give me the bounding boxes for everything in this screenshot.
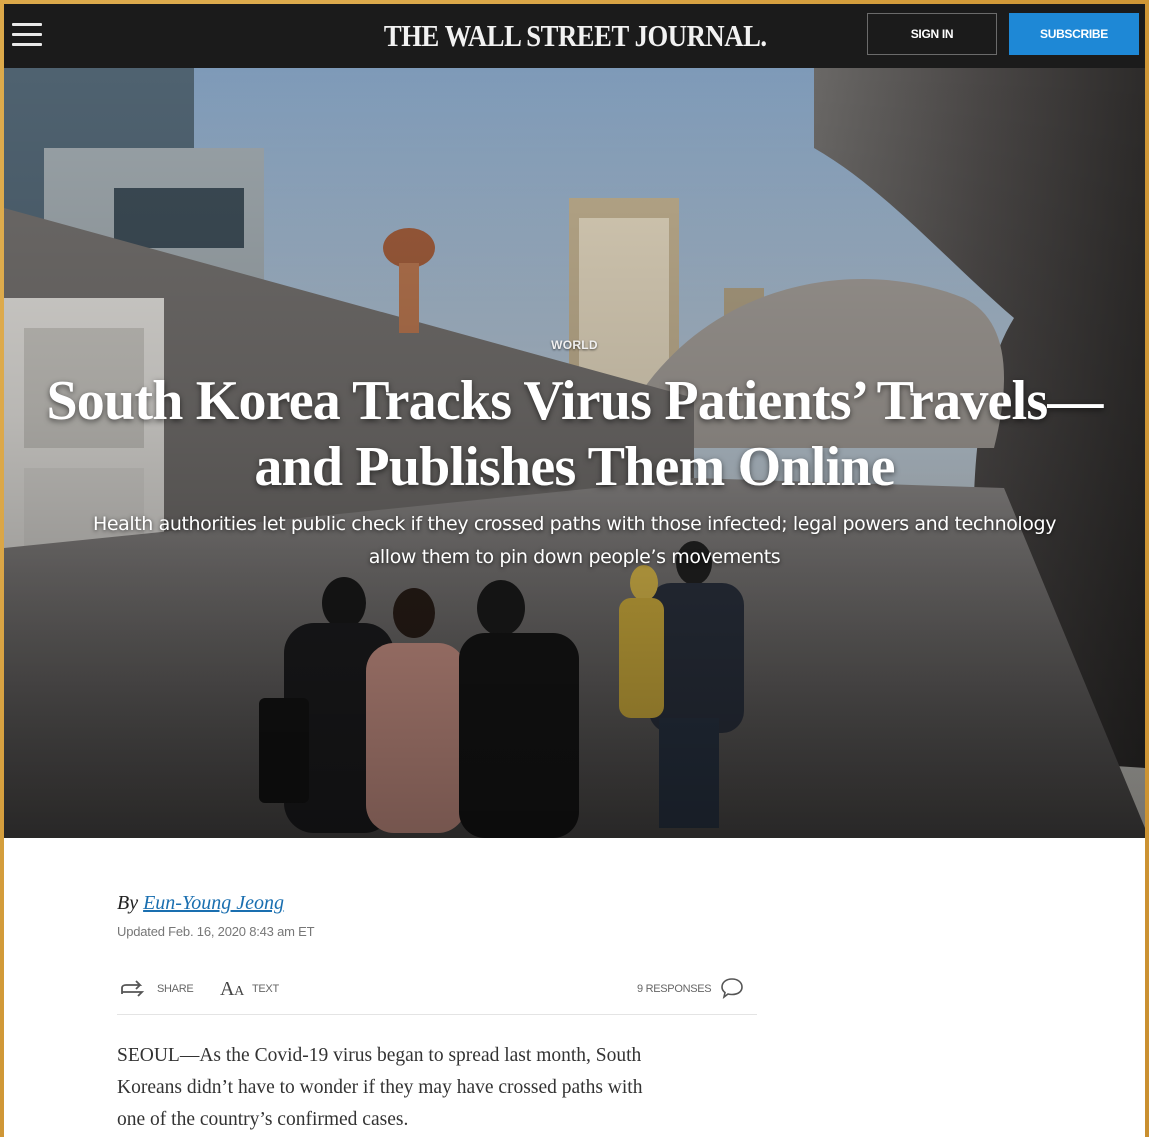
speech-bubble-icon (719, 976, 745, 1003)
subscribe-button[interactable]: SUBSCRIBE (1009, 13, 1139, 55)
article-toolbar: SHARE AA TEXT 9 RESPONSES (117, 969, 757, 1015)
headline-line-1: South Korea Tracks Virus Patients’ Trave… (46, 370, 1103, 432)
paragraph-line-1: SEOUL—As the Covid-19 virus began to spr… (117, 1045, 642, 1066)
dek-line-1: Health authorities let public check if t… (92, 513, 1057, 535)
sign-in-button[interactable]: SIGN IN (867, 13, 997, 55)
text-size-button[interactable]: AA TEXT (220, 975, 279, 1003)
page-frame: THE WALL STREET JOURNAL. SIGN IN SUBSCRI… (4, 4, 1145, 1137)
byline: By Eun-Young Jeong (117, 892, 284, 915)
timestamp: Updated Feb. 16, 2020 8:43 am ET (117, 924, 315, 939)
byline-prefix: By (117, 892, 139, 914)
paragraph-line-2: Koreans didn’t have to wonder if they ma… (117, 1077, 643, 1098)
top-navigation-bar: THE WALL STREET JOURNAL. SIGN IN SUBSCRI… (4, 4, 1145, 68)
hamburger-menu-icon[interactable] (12, 21, 44, 49)
dek-line-2: allow them to pin down people’s movement… (368, 546, 781, 568)
headline: South Korea Tracks Virus Patients’ Trave… (24, 368, 1125, 500)
dek-subheadline: Health authorities let public check if t… (24, 508, 1125, 574)
author-link[interactable]: Eun-Young Jeong (143, 892, 284, 914)
article-paragraph: SEOUL—As the Covid-19 virus began to spr… (117, 1040, 757, 1136)
paragraph-line-3: one of the country’s confirmed cases. (117, 1109, 409, 1130)
responses-button[interactable]: 9 RESPONSES (637, 975, 745, 1003)
headline-line-2: and Publishes Them Online (254, 436, 895, 498)
text-size-icon: AA (220, 977, 244, 1000)
text-label: TEXT (251, 983, 279, 995)
share-arrow-icon (119, 978, 147, 1001)
share-label: SHARE (157, 983, 194, 995)
hero-image: WORLD South Korea Tracks Virus Patients’… (4, 68, 1145, 838)
share-button[interactable]: SHARE (119, 975, 194, 1003)
responses-label: 9 RESPONSES (637, 983, 712, 995)
section-label[interactable]: WORLD (4, 338, 1145, 352)
